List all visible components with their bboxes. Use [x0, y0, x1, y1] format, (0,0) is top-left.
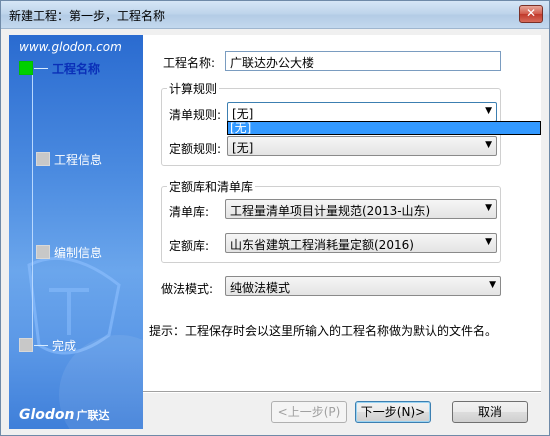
new-project-dialog: 新建工程：第一步，工程名称 ✕ www.glodon.com 工程名称 工程信息… [0, 0, 550, 436]
logo-cn: 广联达 [76, 409, 110, 422]
chevron-down-icon: ▼ [485, 203, 492, 213]
step-project-info: 工程信息 [36, 151, 102, 167]
quota-lib-value: 山东省建筑工程消耗量定额(2016) [230, 238, 414, 252]
step-dash [34, 67, 48, 69]
footer-separator [143, 391, 541, 393]
step-active-icon [19, 61, 33, 75]
wizard-sidebar: www.glodon.com 工程名称 工程信息 编制信息 完成 Glodon 广… [9, 35, 143, 429]
library-group-title: 定额库和清单库 [167, 178, 256, 195]
bill-lib-select[interactable]: 工程量清单项目计量规范(2013-山东) ▼ [225, 199, 497, 219]
step-project-name: 工程名称 [19, 60, 100, 76]
step-label: 编制信息 [54, 245, 103, 260]
title-bar: 新建工程：第一步，工程名称 ✕ [1, 1, 549, 29]
hint-text: 提示：工程保存时会以这里所输入的工程名称做为默认的文件名。 [149, 324, 498, 338]
logo-text: Glodon [19, 407, 75, 423]
step-label: 完成 [52, 338, 77, 353]
dropdown-option-none[interactable]: [无] [230, 121, 251, 135]
quota-rule-label: 定额规则: [169, 142, 222, 156]
method-select[interactable]: 纯做法模式 ▼ [225, 276, 501, 296]
quota-lib-label: 定额库: [169, 239, 210, 253]
bill-rule-value: [无] [232, 107, 254, 121]
quota-rule-select[interactable]: [无] ▼ [227, 136, 497, 156]
glodon-logo: Glodon 广联达 [19, 407, 110, 423]
method-label: 做法模式: [161, 282, 214, 296]
close-icon: ✕ [525, 6, 537, 20]
project-name-input[interactable]: 广联达办公大楼 [225, 51, 501, 71]
chevron-down-icon: ▼ [485, 140, 492, 150]
bill-rule-select[interactable]: [无] ▼ [227, 102, 497, 122]
method-value: 纯做法模式 [230, 281, 291, 295]
bill-rule-label: 清单规则: [169, 108, 222, 122]
chevron-down-icon: ▼ [485, 237, 492, 247]
prev-button[interactable]: <上一步(P) [271, 401, 347, 423]
close-button[interactable]: ✕ [519, 5, 543, 23]
step-finish: 完成 [19, 337, 76, 353]
step-label: 工程名称 [52, 61, 101, 76]
step-inactive-icon [36, 152, 50, 166]
bill-lib-value: 工程量清单项目计量规范(2013-山东) [230, 204, 431, 218]
cancel-button[interactable]: 取消 [452, 401, 528, 423]
chevron-down-icon: ▼ [489, 280, 496, 290]
chevron-down-icon: ▼ [485, 106, 492, 116]
quota-lib-select[interactable]: 山东省建筑工程消耗量定额(2016) ▼ [225, 233, 497, 253]
window-title: 新建工程：第一步，工程名称 [9, 9, 166, 23]
bill-lib-label: 清单库: [169, 205, 210, 219]
next-button[interactable]: 下一步(N)> [355, 401, 431, 423]
step-inactive-icon [36, 245, 50, 259]
bill-rule-dropdown-list: [无] [227, 121, 541, 135]
step-label: 工程信息 [54, 152, 103, 167]
step-connector-line [32, 69, 33, 349]
step-inactive-icon [19, 338, 33, 352]
step-dash [34, 344, 48, 346]
website-url: www.glodon.com [19, 40, 122, 54]
sidebar-decoration [27, 256, 143, 429]
calc-rules-group-title: 计算规则 [167, 80, 220, 97]
project-name-label: 工程名称: [163, 56, 216, 70]
step-compile-info: 编制信息 [36, 244, 102, 260]
quota-rule-value: [无] [232, 141, 254, 155]
